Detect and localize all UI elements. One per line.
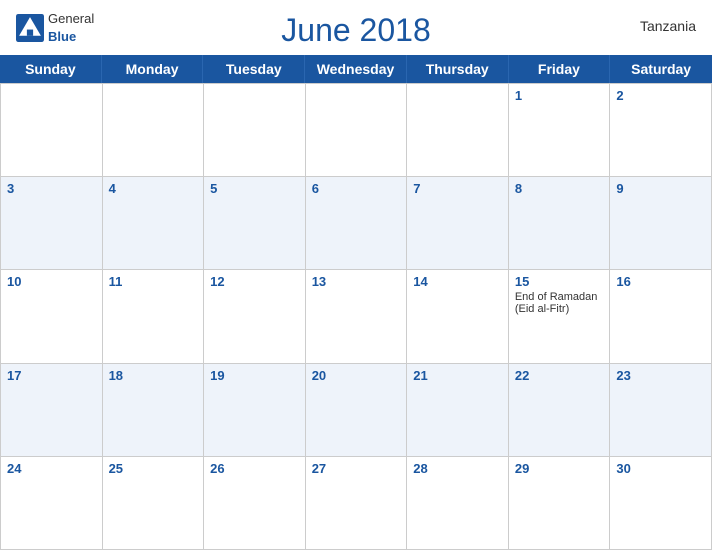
cell-number: 30: [616, 461, 705, 476]
calendar-cell: [407, 84, 509, 177]
calendar-cell: 7: [407, 177, 509, 270]
logo-area: General Blue: [16, 10, 94, 46]
calendar-cell: 17: [1, 364, 103, 457]
calendar-cell: 4: [103, 177, 205, 270]
cell-number: 5: [210, 181, 299, 196]
calendar-title: June 2018: [281, 12, 430, 49]
calendar-cell: 16: [610, 270, 712, 363]
cell-number: 20: [312, 368, 401, 383]
cell-number: 13: [312, 274, 401, 289]
day-thursday: Thursday: [407, 55, 509, 83]
generalblue-logo-icon: [16, 14, 44, 42]
country-label: Tanzania: [640, 18, 696, 34]
cell-number: 19: [210, 368, 299, 383]
cell-number: 15: [515, 274, 604, 289]
calendar-cell: 30: [610, 457, 712, 550]
cell-number: 6: [312, 181, 401, 196]
cell-number: 3: [7, 181, 96, 196]
calendar-cell: [204, 84, 306, 177]
calendar-cell: 26: [204, 457, 306, 550]
calendar-cell: 22: [509, 364, 611, 457]
cell-number: 18: [109, 368, 198, 383]
cell-number: 29: [515, 461, 604, 476]
calendar-cell: 28: [407, 457, 509, 550]
cell-number: 28: [413, 461, 502, 476]
calendar-cell: [103, 84, 205, 177]
cell-number: 11: [109, 274, 198, 289]
logo-general: General: [48, 11, 94, 26]
calendar-container: General Blue June 2018 Tanzania Sunday M…: [0, 0, 712, 550]
cell-number: 12: [210, 274, 299, 289]
cell-number: 1: [515, 88, 604, 103]
calendar-cell: 13: [306, 270, 408, 363]
calendar-cell: 2: [610, 84, 712, 177]
calendar-cell: 1: [509, 84, 611, 177]
calendar-cell: 6: [306, 177, 408, 270]
cell-number: 25: [109, 461, 198, 476]
calendar-cell: [1, 84, 103, 177]
cell-number: 8: [515, 181, 604, 196]
calendar-cell: 21: [407, 364, 509, 457]
cell-number: 2: [616, 88, 705, 103]
cell-number: 23: [616, 368, 705, 383]
day-wednesday: Wednesday: [305, 55, 407, 83]
calendar-cell: 5: [204, 177, 306, 270]
day-monday: Monday: [102, 55, 204, 83]
cell-event: End of Ramadan (Eid al-Fitr): [515, 291, 604, 315]
calendar-cell: 10: [1, 270, 103, 363]
calendar-cell: 15 End of Ramadan (Eid al-Fitr): [509, 270, 611, 363]
calendar-cell: 29: [509, 457, 611, 550]
calendar-cell: 3: [1, 177, 103, 270]
cell-number: 14: [413, 274, 502, 289]
calendar-cell: 18: [103, 364, 205, 457]
calendar-cell: 14: [407, 270, 509, 363]
day-tuesday: Tuesday: [203, 55, 305, 83]
cell-number: 21: [413, 368, 502, 383]
cell-number: 16: [616, 274, 705, 289]
cell-number: 10: [7, 274, 96, 289]
cell-number: 7: [413, 181, 502, 196]
day-sunday: Sunday: [0, 55, 102, 83]
logo-text: General Blue: [48, 10, 94, 46]
logo-blue: Blue: [48, 29, 76, 44]
calendar-cell: 19: [204, 364, 306, 457]
calendar-cell: 9: [610, 177, 712, 270]
calendar-header: General Blue June 2018 Tanzania: [0, 0, 712, 55]
days-header: Sunday Monday Tuesday Wednesday Thursday…: [0, 55, 712, 83]
calendar-cell: 24: [1, 457, 103, 550]
calendar-cell: [306, 84, 408, 177]
cell-number: 27: [312, 461, 401, 476]
cell-number: 4: [109, 181, 198, 196]
cell-number: 9: [616, 181, 705, 196]
calendar-cell: 8: [509, 177, 611, 270]
day-saturday: Saturday: [610, 55, 712, 83]
calendar-cell: 12: [204, 270, 306, 363]
calendar-cell: 11: [103, 270, 205, 363]
cell-number: 22: [515, 368, 604, 383]
cell-number: 24: [7, 461, 96, 476]
cell-number: 26: [210, 461, 299, 476]
day-friday: Friday: [509, 55, 611, 83]
calendar-cell: 20: [306, 364, 408, 457]
calendar-cell: 27: [306, 457, 408, 550]
cell-number: 17: [7, 368, 96, 383]
calendar-grid: 123456789101112131415End of Ramadan (Eid…: [0, 83, 712, 550]
calendar-cell: 23: [610, 364, 712, 457]
calendar-cell: 25: [103, 457, 205, 550]
